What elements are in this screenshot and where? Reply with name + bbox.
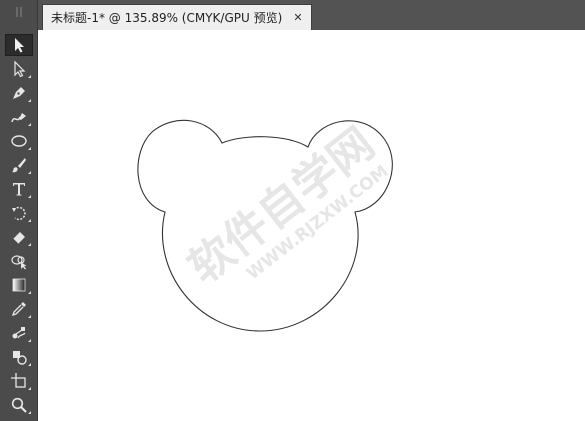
gradient-tool-button[interactable] — [5, 274, 33, 296]
eyedropper-tool-button[interactable] — [5, 298, 33, 320]
shape-builder-tool-button[interactable] — [5, 250, 33, 272]
curvature-tool-button[interactable] — [5, 106, 33, 128]
blend-tool-button[interactable] — [5, 322, 33, 344]
ellipse-icon — [11, 135, 27, 147]
eraser-icon — [12, 232, 25, 245]
artboard-canvas[interactable]: 软件自学网 WWW.RJZXW.COM — [38, 30, 585, 421]
eyedropper-icon — [11, 302, 26, 317]
artboard-icon — [11, 373, 26, 388]
document-tab-title: 未标题-1* @ 135.89% (CMYK/GPU 预览) — [51, 11, 283, 25]
close-icon[interactable]: ✕ — [289, 11, 307, 24]
rotate-tool-button[interactable] — [5, 202, 33, 224]
zoom-tool-button[interactable] — [5, 394, 33, 416]
rotate-icon — [12, 206, 26, 221]
tools-panel — [0, 0, 38, 421]
brush-icon — [12, 158, 26, 173]
zoom-icon — [11, 397, 27, 413]
live-paint-tool-button[interactable] — [5, 346, 33, 368]
pen-icon — [13, 87, 25, 99]
pen-tool-button[interactable] — [5, 82, 33, 104]
type-icon — [13, 183, 25, 196]
canvas-artwork: 软件自学网 WWW.RJZXW.COM — [137, 118, 393, 332]
curvature-pen-icon — [11, 113, 26, 123]
direct-selection-tool-button[interactable] — [5, 58, 33, 80]
selection-tool-button[interactable] — [5, 34, 33, 56]
eraser-tool-button[interactable] — [5, 226, 33, 248]
live-paint-icon — [13, 351, 27, 365]
hollow-arrow-icon — [14, 60, 26, 78]
type-tool-button[interactable] — [5, 178, 33, 200]
document-tab-bar: 未标题-1* @ 135.89% (CMYK/GPU 预览) ✕ — [38, 0, 585, 30]
artboard-tool-button[interactable] — [5, 370, 33, 392]
shape-builder-icon — [11, 255, 27, 270]
panel-grip[interactable] — [4, 6, 34, 18]
gradient-icon — [12, 278, 26, 292]
ellipse-tool-button[interactable] — [5, 130, 33, 152]
document-tab[interactable]: 未标题-1* @ 135.89% (CMYK/GPU 预览) ✕ — [42, 4, 312, 30]
blend-icon — [12, 327, 26, 339]
watermark: 软件自学网 WWW.RJZXW.COM — [179, 118, 392, 294]
arrow-icon — [15, 38, 24, 53]
paintbrush-tool-button[interactable] — [5, 154, 33, 176]
